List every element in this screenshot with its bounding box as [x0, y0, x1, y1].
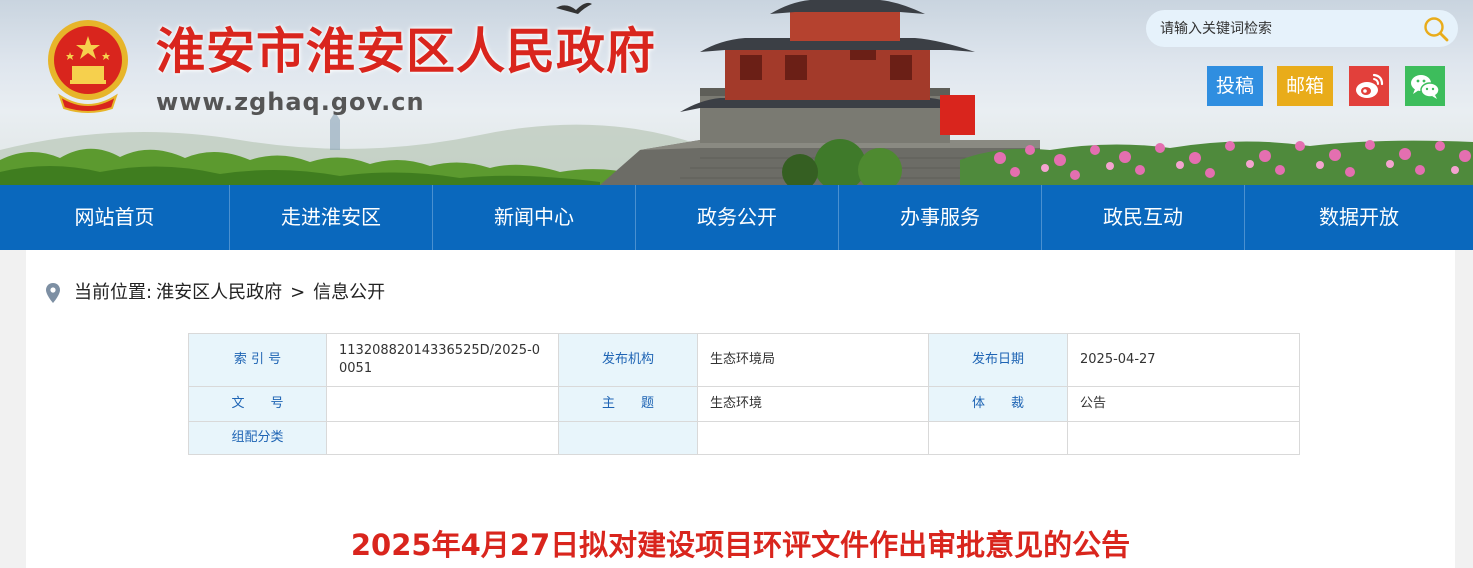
nav-item-about[interactable]: 走进淮安区	[230, 185, 433, 250]
nav-item-services[interactable]: 办事服务	[839, 185, 1042, 250]
content-panel: 当前位置: 淮安区人民政府 > 信息公开 索 引 号 1132088201433…	[26, 250, 1455, 568]
wechat-button[interactable]	[1405, 66, 1445, 106]
breadcrumb-link-info-disclosure[interactable]: 信息公开	[313, 280, 385, 306]
breadcrumb-label: 当前位置:	[74, 282, 153, 303]
site-url: www.zghaq.gov.cn	[156, 88, 425, 116]
genre-label: 体 裁	[928, 386, 1068, 422]
publish-date-label: 发布日期	[928, 333, 1068, 387]
topic-label: 主 题	[558, 386, 698, 422]
breadcrumb-link-district-gov[interactable]: 淮安区人民政府	[156, 280, 282, 306]
national-emblem-icon	[48, 20, 128, 113]
table-row: 文 号 主 题 生态环境 体 裁 公告	[188, 386, 1300, 422]
table-row: 组配分类	[188, 421, 1300, 455]
site-title[interactable]: 淮安市淮安区人民政府	[156, 22, 656, 82]
empty-cell	[1067, 421, 1300, 455]
document-number-value	[326, 386, 559, 422]
publisher-value: 生态环境局	[697, 333, 929, 387]
topic-value: 生态环境	[697, 386, 929, 422]
mailbox-button[interactable]: 邮箱	[1277, 66, 1333, 106]
search-input[interactable]	[1146, 10, 1416, 47]
submit-article-button[interactable]: 投稿	[1207, 66, 1263, 106]
nav-item-home[interactable]: 网站首页	[0, 185, 230, 250]
weibo-icon	[1356, 73, 1384, 98]
index-number-label: 索 引 号	[188, 333, 327, 387]
document-info-table: 索 引 号 11320882014336525D/2025-00051 发布机构…	[188, 333, 1300, 455]
publish-date-value: 2025-04-27	[1067, 333, 1300, 387]
empty-cell	[928, 421, 1068, 455]
nav-item-news[interactable]: 新闻中心	[433, 185, 636, 250]
location-pin-icon	[46, 283, 60, 303]
document-number-label: 文 号	[188, 386, 327, 422]
search-box	[1146, 10, 1458, 47]
nav-item-open-data[interactable]: 数据开放	[1245, 185, 1473, 250]
weibo-button[interactable]	[1349, 66, 1389, 106]
category-label: 组配分类	[188, 421, 327, 455]
nav-item-interaction[interactable]: 政民互动	[1042, 185, 1245, 250]
wechat-icon	[1411, 75, 1440, 99]
index-number-value: 11320882014336525D/2025-00051	[326, 333, 559, 387]
genre-value: 公告	[1067, 386, 1300, 422]
breadcrumb: 当前位置: 淮安区人民政府 > 信息公开	[46, 280, 385, 306]
empty-cell	[558, 421, 698, 455]
category-value	[326, 421, 559, 455]
table-row: 索 引 号 11320882014336525D/2025-00051 发布机构…	[188, 333, 1300, 387]
empty-cell	[697, 421, 929, 455]
breadcrumb-separator: >	[290, 282, 306, 303]
article-title: 2025年4月27日拟对建设项目环评文件作出审批意见的公告	[350, 528, 1131, 562]
publisher-label: 发布机构	[558, 333, 698, 387]
nav-item-gov-affairs[interactable]: 政务公开	[636, 185, 839, 250]
header-banner: 淮安市淮安区人民政府 www.zghaq.gov.cn 投稿 邮箱	[0, 0, 1473, 185]
main-nav: 网站首页 走进淮安区 新闻中心 政务公开 办事服务 政民互动 数据开放	[0, 185, 1473, 250]
search-icon[interactable]	[1422, 15, 1450, 43]
